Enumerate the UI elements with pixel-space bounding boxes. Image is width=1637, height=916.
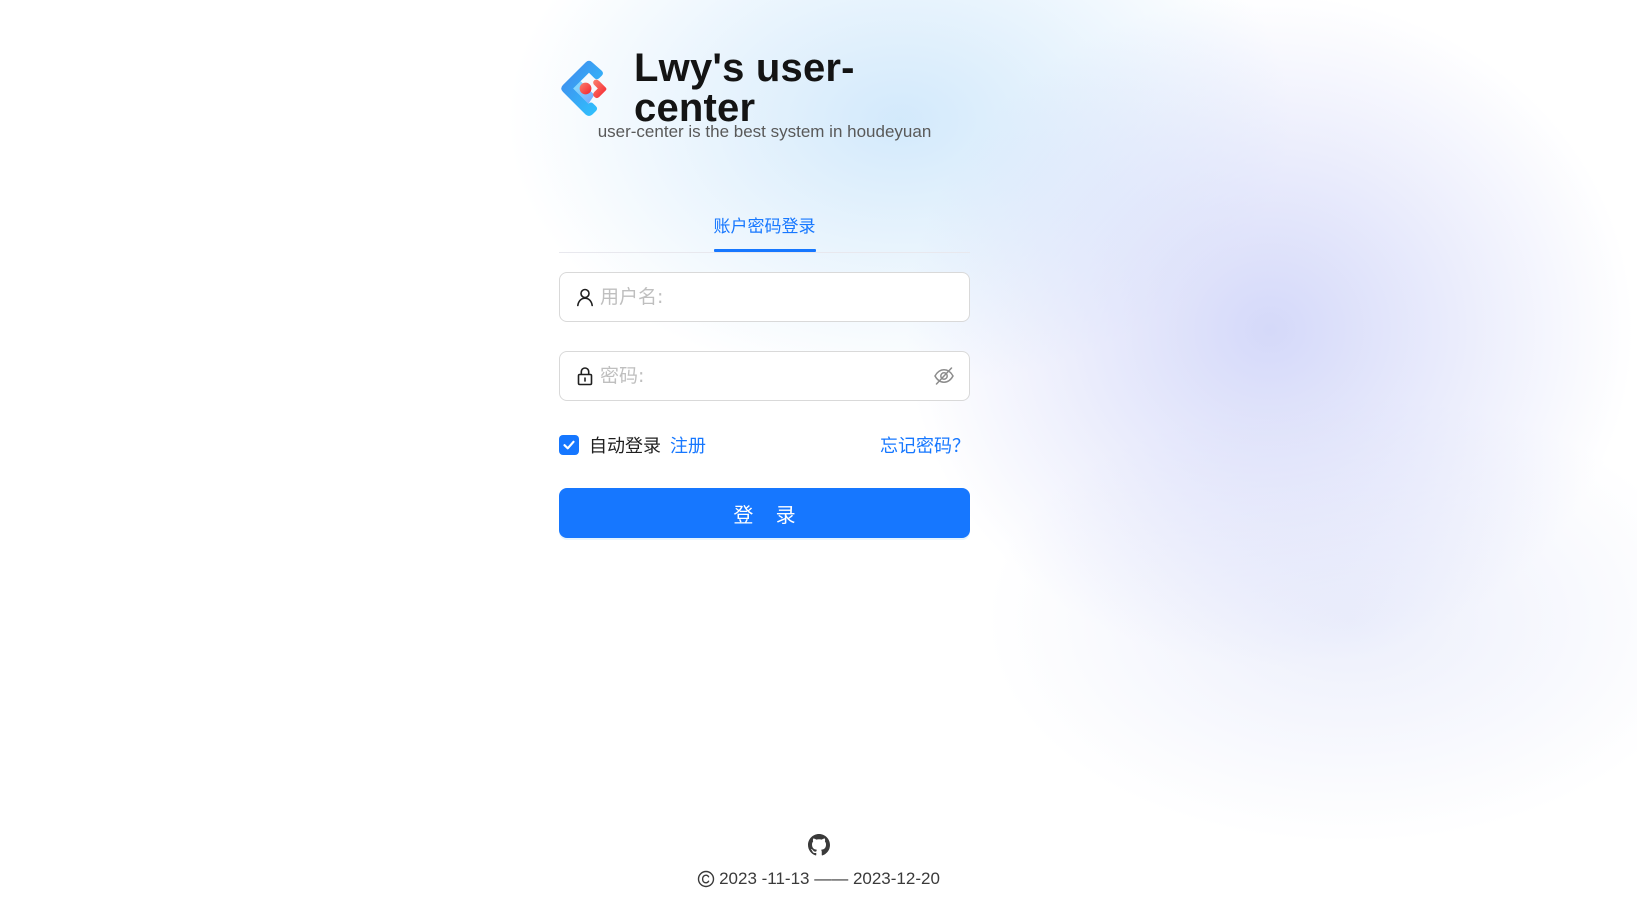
tab-account-password-login[interactable]: 账户密码登录	[713, 206, 816, 252]
login-button[interactable]: 登 录	[559, 488, 970, 538]
auto-login-checkbox[interactable]	[559, 435, 579, 455]
password-input[interactable]	[600, 352, 932, 400]
login-tabs: 账户密码登录	[559, 206, 970, 253]
copyright-icon	[697, 870, 715, 888]
github-icon[interactable]	[807, 834, 830, 856]
login-options: 自动登录 注册 忘记密码？	[559, 432, 970, 458]
copyright-line: 2023 -11-13 —— 2023-12-20	[0, 869, 1637, 889]
lock-icon	[574, 365, 596, 387]
user-icon	[574, 286, 596, 308]
register-link[interactable]: 注册	[670, 432, 706, 458]
eye-invisible-icon[interactable]	[932, 364, 956, 388]
app-subtitle: user-center is the best system in houdey…	[597, 122, 932, 141]
username-field[interactable]	[559, 272, 970, 322]
copyright-text: 2023 -11-13 —— 2023-12-20	[719, 869, 940, 888]
forgot-password-link[interactable]: 忘记密码？	[880, 432, 970, 458]
password-field[interactable]	[559, 351, 970, 401]
ant-design-logo-icon	[561, 60, 607, 117]
auto-login-label[interactable]: 自动登录	[589, 432, 661, 458]
brand-header: Lwy's user-center	[559, 48, 970, 128]
username-input[interactable]	[600, 273, 969, 321]
footer: 2023 -11-13 —— 2023-12-20	[0, 834, 1637, 889]
app-title: Lwy's user-center	[634, 46, 855, 130]
